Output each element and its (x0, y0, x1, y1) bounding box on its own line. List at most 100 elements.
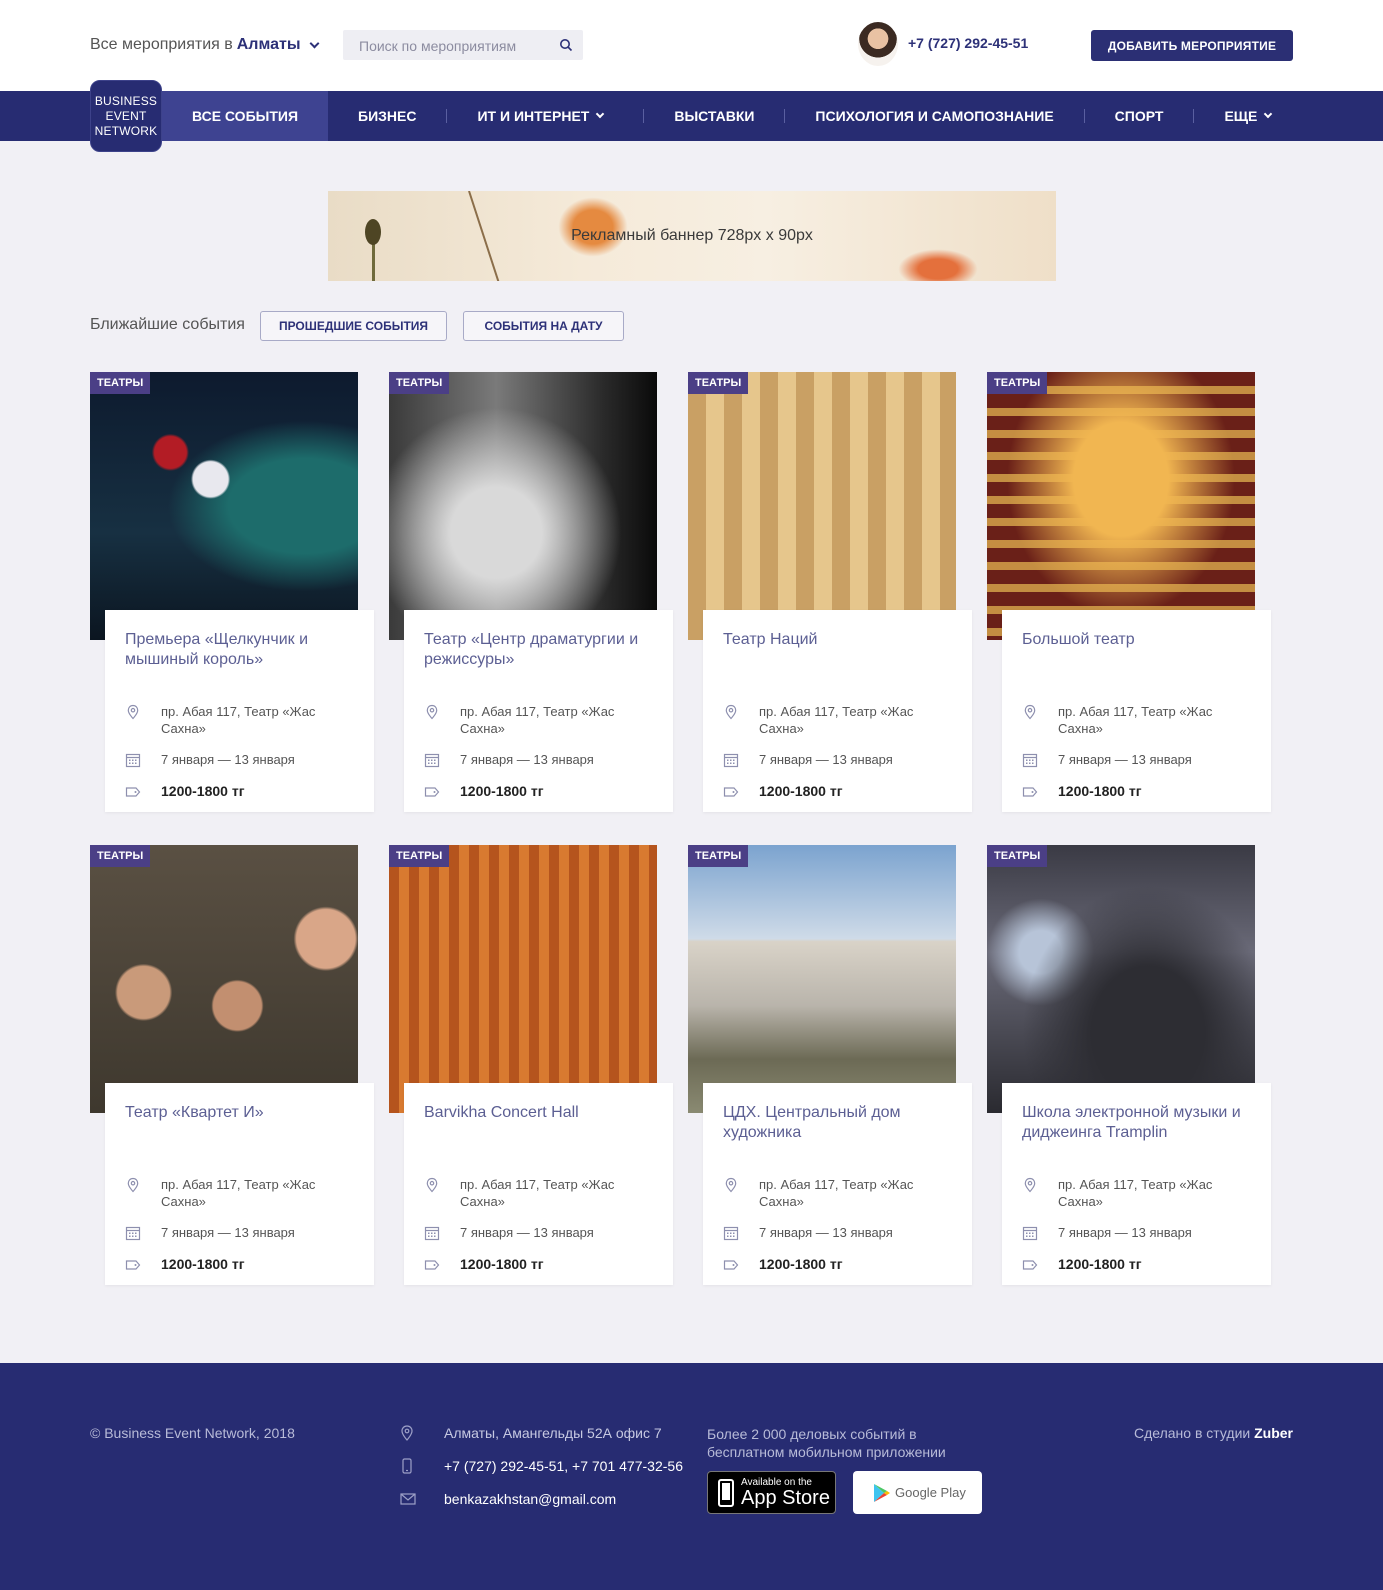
location-pin-icon (725, 1177, 737, 1193)
nav-item-sport[interactable]: СПОРТ (1115, 91, 1164, 141)
nav-item-all-events[interactable]: ВСЕ СОБЫТИЯ (162, 91, 329, 141)
location-pin-icon (401, 1425, 413, 1441)
event-dates-row: 7 января — 13 января (723, 1224, 893, 1241)
event-image[interactable] (90, 845, 358, 1113)
footer-email-link[interactable]: benkazakhstan@gmail.com (444, 1491, 616, 1507)
location-pin-icon (127, 1177, 139, 1193)
studio-credit[interactable]: Сделано в студии Zuber (1134, 1425, 1293, 1441)
chevron-down-icon (309, 38, 319, 48)
logo[interactable]: BUSINESS EVENT NETWORK (90, 80, 162, 152)
price-tag-icon (125, 787, 141, 797)
event-price: 1200-1800 тг (161, 1256, 245, 1272)
event-title[interactable]: Большой театр (1022, 630, 1257, 650)
google-play-button[interactable]: Google Play (853, 1471, 982, 1514)
location-pin-icon (127, 704, 139, 720)
nav-item-more[interactable]: ЕЩЕ (1224, 91, 1273, 141)
location-pin-icon (426, 704, 438, 720)
event-price: 1200-1800 тг (460, 783, 544, 799)
nav-item-business[interactable]: БИЗНЕС (358, 91, 416, 141)
search-icon[interactable] (559, 38, 573, 52)
nav-item-exhibitions[interactable]: ВЫСТАВКИ (674, 91, 754, 141)
event-price: 1200-1800 тг (1058, 783, 1142, 799)
event-image[interactable] (688, 372, 956, 640)
event-dates: 7 января — 13 января (161, 752, 295, 767)
phone-separator: , (564, 1458, 573, 1474)
event-title[interactable]: Школа электронной музыки и диджеинга Tra… (1022, 1103, 1257, 1143)
event-title[interactable]: Barvikha Concert Hall (424, 1103, 659, 1123)
event-image[interactable] (688, 845, 956, 1113)
event-dates: 7 января — 13 января (1058, 752, 1192, 767)
location-pin-icon (725, 704, 737, 720)
app-store-button[interactable]: Available on the App Store (707, 1471, 836, 1514)
event-card-body: Школа электронной музыки и диджеинга Tra… (1002, 1083, 1271, 1285)
event-address-row: пр. Абая 117, Театр «Жас Сахна» (125, 703, 315, 736)
nav-item-it[interactable]: ИТ И ИНТЕРНЕТ (477, 91, 605, 141)
event-title[interactable]: Театр «Центр драматургии и режиссуры» (424, 630, 659, 670)
add-event-button[interactable]: ДОБАВИТЬ МЕРОПРИЯТИЕ (1091, 30, 1293, 61)
event-card-body: Премьера «Щелкунчик и мышиный король» пр.… (105, 610, 374, 812)
event-image[interactable] (987, 372, 1255, 640)
event-title[interactable]: Премьера «Щелкунчик и мышиный король» (125, 630, 360, 670)
category-tag[interactable]: ТЕАТРЫ (688, 372, 749, 394)
event-card-body: Barvikha Concert Hall пр. Абая 117, Театр… (404, 1083, 673, 1285)
category-tag[interactable]: ТЕАТРЫ (688, 845, 749, 867)
nav-separator (643, 109, 645, 123)
google-play-icon (874, 1483, 890, 1502)
event-price-row: 1200-1800 тг (424, 783, 544, 800)
event-price: 1200-1800 тг (161, 783, 245, 799)
event-address-row: пр. Абая 117, Театр «Жас Сахна» (723, 703, 913, 736)
events-by-date-button[interactable]: СОБЫТИЯ НА ДАТУ (463, 311, 624, 341)
calendar-icon (723, 1226, 739, 1241)
category-tag[interactable]: ТЕАТРЫ (987, 372, 1048, 394)
category-tag[interactable]: ТЕАТРЫ (389, 845, 450, 867)
upcoming-events-label[interactable]: Ближайшие события (90, 316, 245, 334)
ad-banner[interactable]: Рекламный баннер 728px x 90px (328, 191, 1056, 281)
google-play-label: Google Play (895, 1485, 966, 1500)
price-tag-icon (723, 787, 739, 797)
nav-item-it-label: ИТ И ИНТЕРНЕТ (477, 108, 590, 124)
city-prefix: Все мероприятия в (90, 36, 233, 53)
event-dates: 7 января — 13 января (759, 752, 893, 767)
category-tag[interactable]: ТЕАТРЫ (389, 372, 450, 394)
event-title[interactable]: Театр Наций (723, 630, 958, 650)
event-title[interactable]: ЦДХ. Центральный дом художника (723, 1103, 958, 1143)
footer-address: Алматы, Амангельды 52А офис 7 (400, 1425, 662, 1441)
event-price: 1200-1800 тг (1058, 1256, 1142, 1272)
location-pin-icon (1024, 1177, 1036, 1193)
nav-separator (1083, 109, 1085, 123)
footer-phone-1[interactable]: +7 (727) 292-45-51 (444, 1458, 564, 1474)
city-selector[interactable]: Все мероприятия в Алматы (90, 36, 319, 54)
event-image[interactable] (987, 845, 1255, 1113)
footer-phones: +7 (727) 292-45-51, +7 701 477-32-56 (400, 1458, 683, 1474)
event-price-row: 1200-1800 тг (125, 783, 245, 800)
category-tag[interactable]: ТЕАТРЫ (90, 372, 151, 394)
event-title[interactable]: Театр «Квартет И» (125, 1103, 360, 1123)
event-address: пр. Абая 117, Театр «Жас Сахна» (1058, 1177, 1213, 1209)
past-events-button[interactable]: ПРОШЕДШИЕ СОБЫТИЯ (260, 311, 447, 341)
search-input[interactable]: Поиск по мероприятиям (343, 30, 583, 60)
banner-decoration (898, 249, 978, 281)
event-image[interactable] (389, 845, 657, 1113)
calendar-icon (723, 753, 739, 768)
banner-text: Рекламный баннер 728px x 90px (571, 227, 813, 244)
footer-phone-2[interactable]: +7 701 477-32-56 (572, 1458, 683, 1474)
event-address-row: пр. Абая 117, Театр «Жас Сахна» (424, 1176, 614, 1209)
category-tag[interactable]: ТЕАТРЫ (90, 845, 151, 867)
event-dates-row: 7 января — 13 января (125, 1224, 295, 1241)
event-price-row: 1200-1800 тг (723, 1256, 843, 1273)
logo-line-3: NETWORK (94, 124, 158, 138)
event-image[interactable] (90, 372, 358, 640)
event-price: 1200-1800 тг (759, 1256, 843, 1272)
footer-email: benkazakhstan@gmail.com (400, 1491, 616, 1507)
studio-prefix: Сделано в студии (1134, 1425, 1251, 1441)
nav-item-psychology[interactable]: ПСИХОЛОГИЯ И САМОПОЗНАНИЕ (815, 91, 1053, 141)
event-address-row: пр. Абая 117, Театр «Жас Сахна» (1022, 703, 1212, 736)
event-price-row: 1200-1800 тг (424, 1256, 544, 1273)
chevron-down-icon (596, 109, 605, 119)
top-header: Все мероприятия в Алматы Поиск по меропр… (0, 0, 1383, 91)
event-card-body: Театр «Квартет И» пр. Абая 117, Театр «Жа… (105, 1083, 374, 1285)
category-tag[interactable]: ТЕАТРЫ (987, 845, 1048, 867)
event-image[interactable] (389, 372, 657, 640)
event-dates: 7 января — 13 января (161, 1225, 295, 1240)
header-phone[interactable]: +7 (727) 292-45-51 (908, 35, 1028, 51)
